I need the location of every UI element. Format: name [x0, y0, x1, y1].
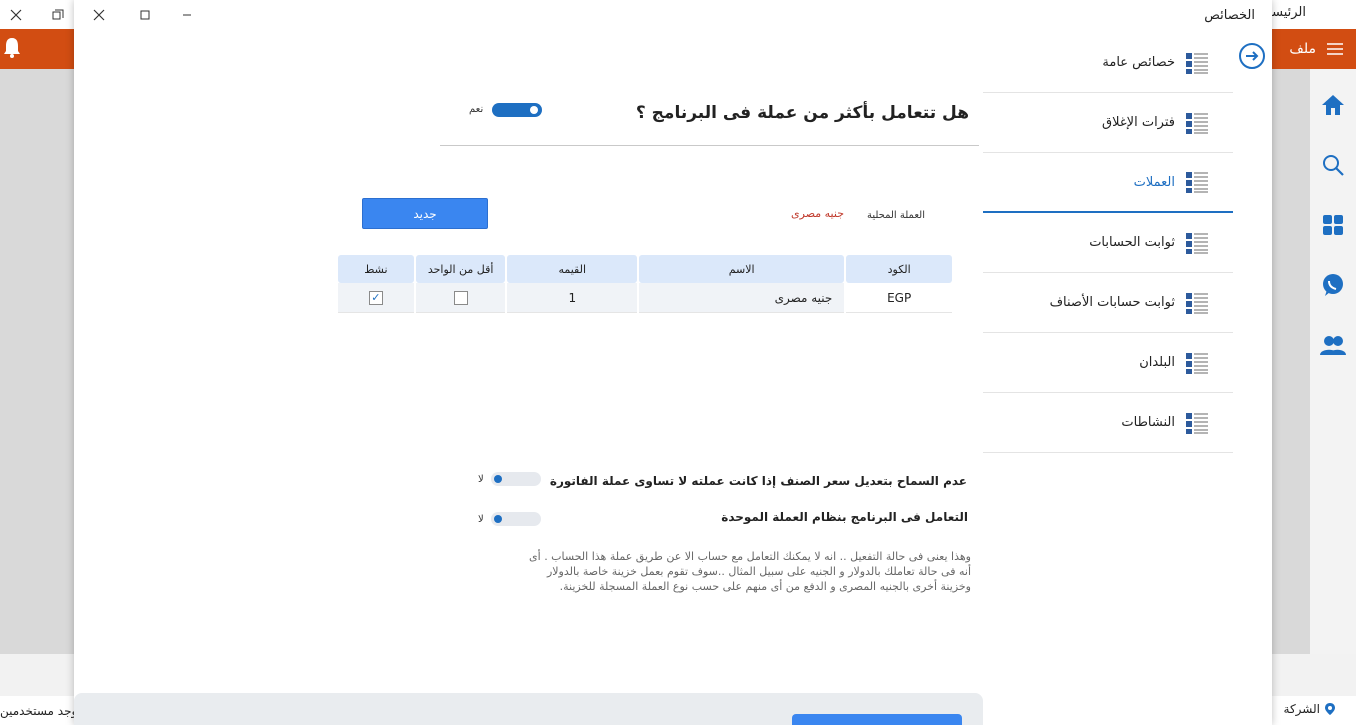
app-quick-rail	[1310, 69, 1356, 669]
less-than-one-checkbox[interactable]	[453, 290, 468, 305]
local-currency-value: جنيه مصرى	[791, 207, 844, 220]
nav-item-label: فترات الإغلاق	[1102, 115, 1175, 130]
nav-item-label: النشاطات	[1121, 415, 1175, 430]
list-icon	[1186, 352, 1208, 374]
app-close-icon[interactable]	[4, 4, 28, 26]
window-maximize-icon[interactable]	[132, 4, 158, 26]
whatsapp-icon[interactable]	[1319, 271, 1347, 299]
nav-item-label: ثوابت حسابات الأصناف	[1049, 295, 1175, 310]
toggle-knob	[530, 106, 538, 114]
nav-item-closing-periods[interactable]: فترات الإغلاق	[983, 93, 1233, 153]
currencies-table: نشط أقل من الواحد القيمه الاسم الكود ✓ 1…	[336, 255, 954, 313]
list-icon	[1186, 172, 1208, 193]
table-row[interactable]: ✓ 1 جنيه مصرى EGP	[338, 283, 952, 313]
table-header-row: نشط أقل من الواحد القيمه الاسم الكود	[338, 255, 952, 283]
location-pin-icon	[1325, 703, 1335, 715]
column-header-value[interactable]: القيمه	[507, 255, 638, 283]
bell-icon[interactable]	[2, 36, 22, 64]
toggle-knob	[494, 515, 502, 523]
hamburger-icon	[1327, 43, 1343, 55]
nav-item-label: ثوابت الحسابات	[1089, 235, 1175, 250]
nav-item-countries[interactable]: البلدان	[983, 333, 1233, 393]
note-line: أنه فى حالة تعاملك بالدولار و الجنيه على…	[546, 565, 971, 578]
unified-currency-toggle-label: لا	[478, 514, 484, 525]
note-line: وهذا يعنى فى حالة التفعيل .. انه لا يمكن…	[529, 550, 971, 563]
save-button[interactable]	[792, 714, 962, 725]
list-icon	[1186, 112, 1208, 134]
column-header-active[interactable]: نشط	[338, 255, 414, 283]
status-users-text: يوجد مستخدمين	[0, 704, 82, 718]
list-icon	[1186, 232, 1208, 254]
nav-item-activities[interactable]: النشاطات	[983, 393, 1233, 453]
nav-item-currencies[interactable]: العملات	[983, 153, 1233, 213]
list-icon	[1186, 292, 1208, 314]
nav-item-label: خصائص عامة	[1102, 55, 1175, 70]
toggle-knob	[494, 475, 502, 483]
cell-active[interactable]: ✓	[338, 283, 414, 313]
file-menu[interactable]: ملف	[1289, 29, 1344, 69]
cell-name[interactable]: جنيه مصرى	[639, 283, 845, 313]
nav-item-label: العملات	[1133, 174, 1175, 190]
window-close-icon[interactable]	[86, 4, 112, 26]
nav-item-item-account-constants[interactable]: ثوابت حسابات الأصناف	[983, 273, 1233, 333]
status-company[interactable]: الشركة	[1284, 702, 1336, 716]
option-restrict-price-edit-text: عدم السماح بتعديل سعر الصنف إذا كانت عمل…	[549, 474, 967, 488]
local-currency-label: العملة المحلية	[866, 210, 925, 221]
new-currency-button[interactable]: جديد	[362, 198, 488, 229]
app-restore-icon[interactable]	[46, 4, 70, 26]
file-menu-label: ملف	[1289, 41, 1316, 57]
properties-window: الخصائص خصائص عامة فترات الإغلاق العملات…	[74, 0, 1272, 725]
unified-currency-toggle[interactable]	[491, 512, 541, 526]
nav-item-account-constants[interactable]: ثوابت الحسابات	[983, 213, 1233, 273]
column-header-less-than-one[interactable]: أقل من الواحد	[415, 255, 506, 283]
unified-currency-note: وهذا يعنى فى حالة التفعيل .. انه لا يمكن…	[491, 549, 971, 594]
properties-nav: خصائص عامة فترات الإغلاق العملات ثوابت ا…	[983, 33, 1233, 453]
window-minimize-icon[interactable]	[174, 4, 200, 26]
note-line: وخزينة أخرى بالجنيه المصرى و الدفع من أى…	[559, 580, 971, 593]
home-icon[interactable]	[1319, 91, 1347, 119]
restrict-price-edit-toggle[interactable]	[491, 472, 541, 486]
column-header-name[interactable]: الاسم	[639, 255, 845, 283]
users-icon[interactable]	[1319, 331, 1347, 359]
search-icon[interactable]	[1319, 151, 1347, 179]
status-company-label: الشركة	[1283, 702, 1320, 716]
restrict-price-edit-toggle-label: لا	[478, 474, 484, 485]
list-icon	[1186, 412, 1208, 434]
nav-item-label: البلدان	[1139, 355, 1175, 370]
active-checkbox[interactable]: ✓	[368, 290, 383, 305]
back-arrow-icon[interactable]	[1238, 42, 1266, 70]
nav-item-general[interactable]: خصائص عامة	[983, 33, 1233, 93]
currencies-panel: هل تتعامل بأكثر من عملة فى البرنامج ؟ نع…	[74, 33, 983, 693]
cell-code[interactable]: EGP	[846, 283, 952, 313]
multi-currency-toggle-label: نعم	[469, 104, 484, 115]
multi-currency-question: هل تتعامل بأكثر من عملة فى البرنامج ؟	[635, 103, 969, 123]
apps-grid-icon[interactable]	[1319, 211, 1347, 239]
column-header-code[interactable]: الكود	[846, 255, 952, 283]
cell-less-than-one[interactable]	[415, 283, 506, 313]
section-divider	[440, 145, 979, 146]
window-title: الخصائص	[1204, 8, 1255, 23]
cell-value[interactable]: 1	[507, 283, 638, 313]
multi-currency-toggle[interactable]	[492, 103, 542, 117]
list-icon	[1186, 52, 1208, 74]
option-unified-currency-text: التعامل فى البرنامج بنظام العملة الموحدة	[721, 510, 968, 524]
